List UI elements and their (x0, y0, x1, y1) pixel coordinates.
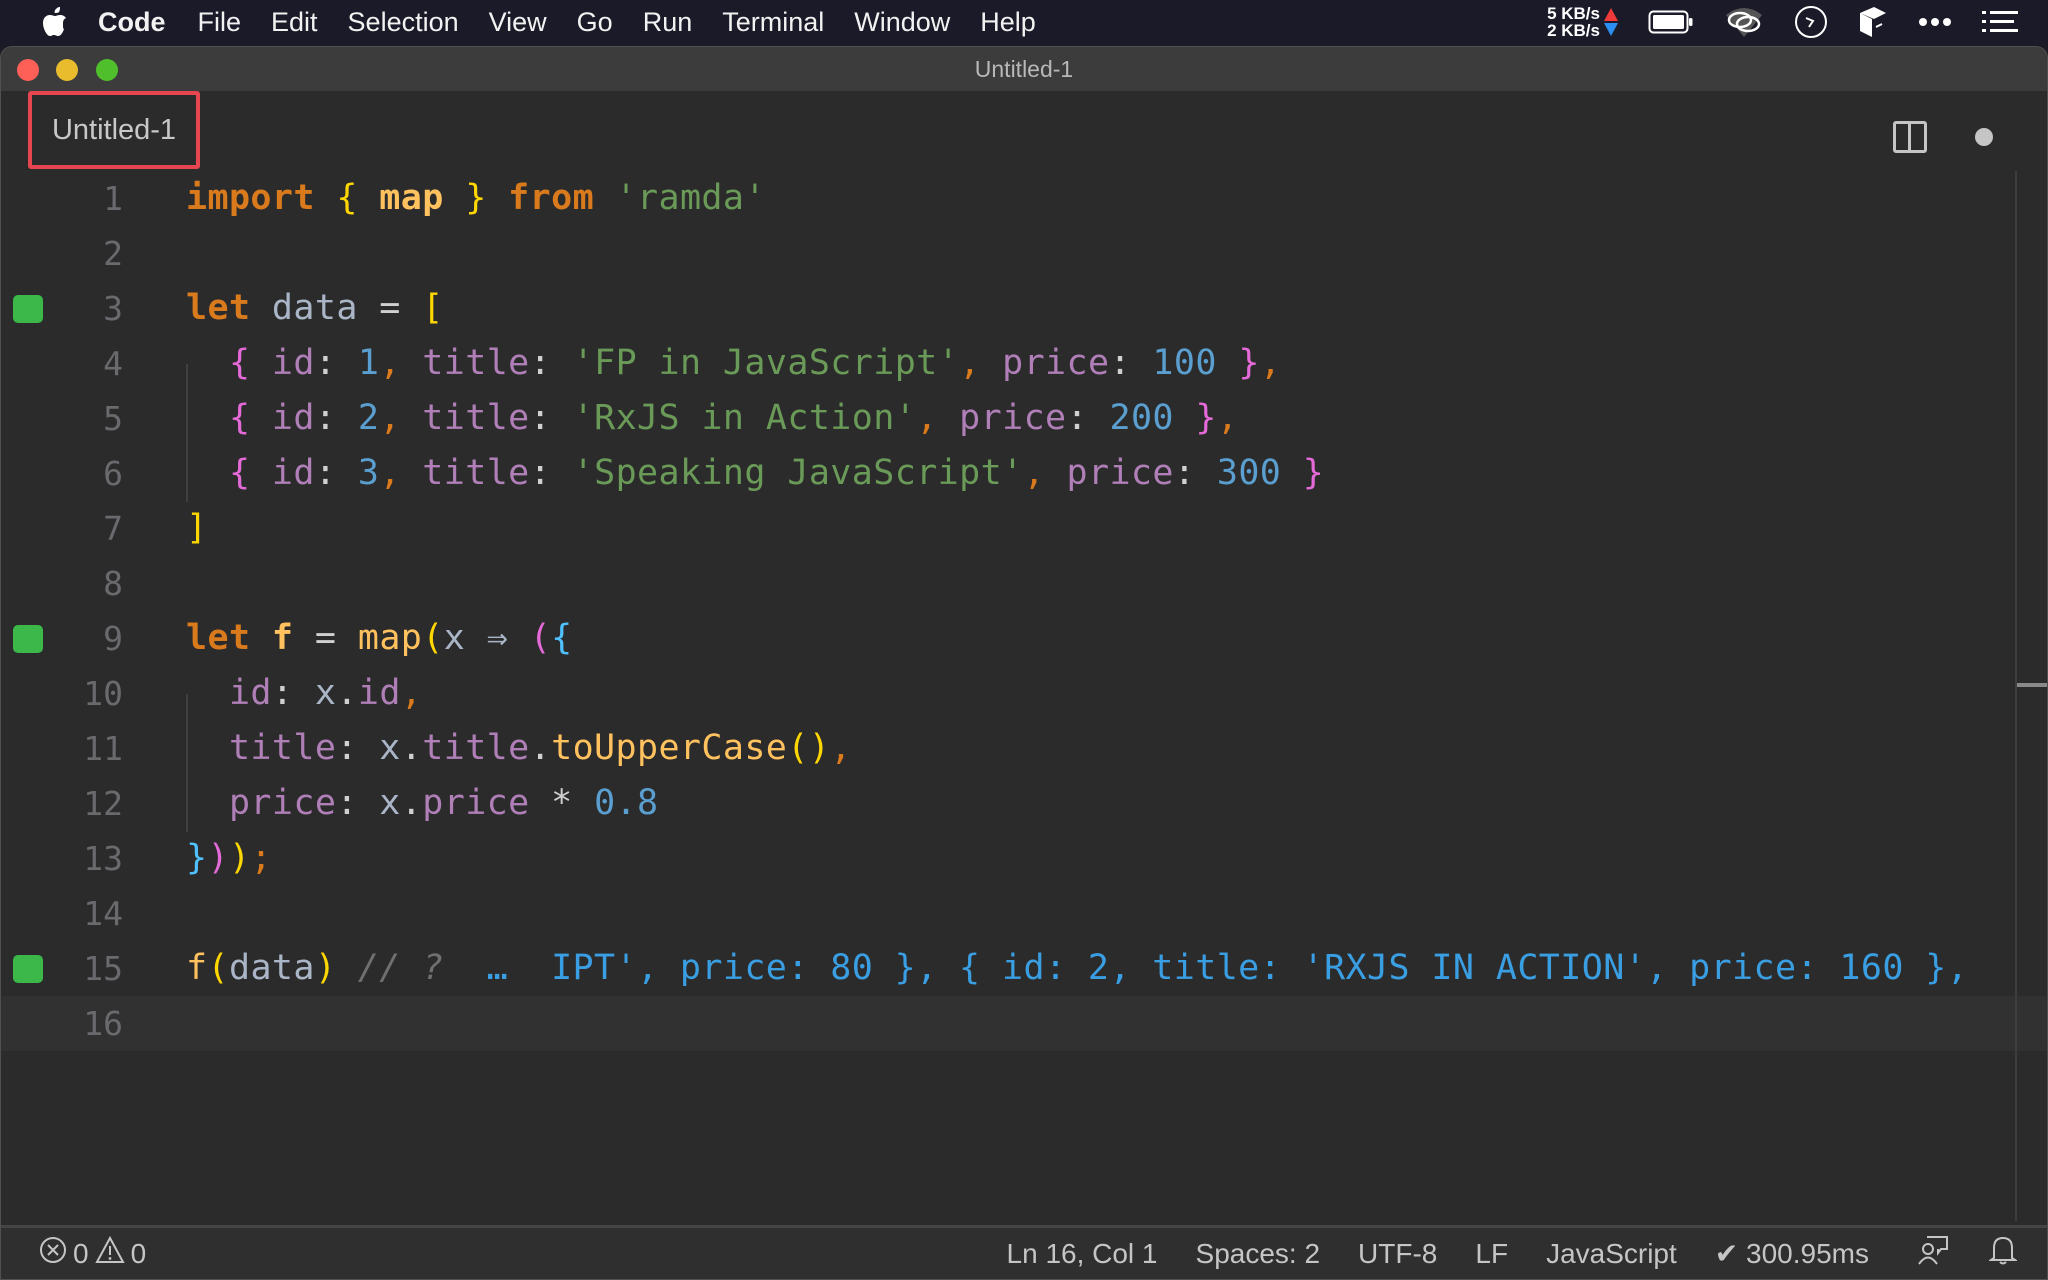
network-upload-speed: 5 KB/s (1547, 4, 1600, 23)
line-number: 4 (103, 344, 123, 383)
line-content: })); (186, 838, 272, 878)
inline-evaluation-result: … IPT', price: 80 }, { id: 2, title: 'RX… (486, 948, 1969, 988)
tab-bar: Untitled-1 (1, 91, 2047, 171)
vscode-window: Untitled-1 Untitled-1 1 import { map } f… (0, 46, 2048, 1280)
line-number: 3 (103, 289, 123, 328)
error-icon (39, 1236, 67, 1271)
menu-go[interactable]: Go (577, 7, 613, 38)
cursor-position[interactable]: Ln 16, Col 1 (1007, 1238, 1158, 1270)
line-number: 7 (103, 509, 123, 548)
battery-icon[interactable] (1648, 9, 1694, 35)
warning-count: 0 (130, 1237, 147, 1269)
network-speed[interactable]: 5 KB/s 2 KB/s (1547, 5, 1600, 39)
warning-icon (94, 1235, 125, 1271)
gutter-modified-marker[interactable] (13, 955, 43, 983)
code-line-15[interactable]: 15 f(data) // ? … IPT', price: 80 }, { i… (1, 941, 2047, 996)
line-content: let f = map(x ⇒ ({ (186, 618, 573, 658)
line-number: 11 (83, 729, 123, 768)
error-count: 0 (73, 1237, 89, 1269)
indentation[interactable]: Spaces: 2 (1196, 1238, 1321, 1270)
line-number: 10 (83, 674, 123, 713)
problems-indicator[interactable]: 0 0 (39, 1235, 147, 1271)
line-number: 16 (83, 1004, 123, 1043)
menu-run[interactable]: Run (643, 7, 693, 38)
code-line-5[interactable]: 5 { id: 2, title: 'RxJS in Action', pric… (1, 391, 2047, 446)
overview-ruler-cursor (2017, 683, 2047, 687)
line-number: 15 (83, 949, 123, 988)
gutter-modified-marker[interactable] (13, 625, 43, 653)
line-content: { id: 2, title: 'RxJS in Action', price:… (228, 398, 1239, 438)
macos-menu-bar: Code File Edit Selection View Go Run Ter… (0, 0, 2048, 44)
gutter-modified-marker[interactable] (13, 295, 43, 323)
line-content: let data = [ (186, 288, 444, 328)
code-line-4[interactable]: 4 { id: 1, title: 'FP in JavaScript', pr… (1, 336, 2047, 391)
tab-label: Untitled-1 (51, 113, 177, 146)
clock-icon[interactable] (1794, 5, 1828, 39)
menu-terminal[interactable]: Terminal (722, 7, 824, 38)
menu-window[interactable]: Window (854, 7, 950, 38)
network-download-speed: 2 KB/s (1547, 21, 1600, 40)
line-content: title: x.title.toUpperCase(), (228, 728, 852, 768)
line-content: f(data) // ? … IPT', price: 80 }, { id: … (186, 948, 1969, 988)
language-mode[interactable]: JavaScript (1546, 1238, 1677, 1270)
title-bar[interactable]: Untitled-1 (1, 47, 2047, 91)
quokka-timing[interactable]: ✔ 300.95ms (1715, 1237, 1869, 1270)
line-number: 5 (103, 399, 123, 438)
code-line-7[interactable]: 7 ] (1, 501, 2047, 556)
menu-edit[interactable]: Edit (271, 7, 318, 38)
line-number: 2 (103, 234, 123, 273)
network-arrows-icon (1604, 8, 1618, 36)
notifications-bell-icon[interactable] (1987, 1235, 2019, 1272)
wifi-link-icon[interactable] (1724, 5, 1764, 39)
menu-app-code[interactable]: Code (98, 7, 166, 38)
menu-help[interactable]: Help (980, 7, 1036, 38)
line-number: 1 (103, 179, 123, 218)
line-number: 13 (83, 839, 123, 878)
encoding[interactable]: UTF-8 (1358, 1238, 1437, 1270)
menu-view[interactable]: View (489, 7, 547, 38)
window-title: Untitled-1 (974, 56, 1074, 82)
status-tray: 5 KB/s 2 KB/s (1547, 0, 2048, 44)
menu-selection[interactable]: Selection (348, 7, 459, 38)
code-line-14[interactable]: 14 (1, 886, 2047, 941)
code-line-1[interactable]: 1 import { map } from 'ramda' (1, 171, 2047, 226)
tab-untitled-1[interactable]: Untitled-1 (28, 91, 200, 169)
code-line-2[interactable]: 2 (1, 226, 2047, 281)
code-line-6[interactable]: 6 { id: 3, title: 'Speaking JavaScript',… (1, 446, 2047, 501)
line-content: id: x.id, (228, 673, 423, 713)
code-line-8[interactable]: 8 (1, 556, 2047, 611)
cube-app-icon[interactable] (1858, 5, 1888, 39)
control-center-list-icon[interactable] (1982, 11, 2018, 33)
code-line-13[interactable]: 13 })); (1, 831, 2047, 886)
line-number: 9 (103, 619, 123, 658)
code-line-11[interactable]: 11 title: x.title.toUpperCase(), (1, 721, 2047, 776)
line-number: 8 (103, 564, 123, 603)
line-content: import { map } from 'ramda' (186, 178, 766, 218)
code-line-3[interactable]: 3 let data = [ (1, 281, 2047, 336)
line-content: ] (186, 508, 208, 548)
menu-file[interactable]: File (198, 7, 242, 38)
code-line-12[interactable]: 12 price: x.price * 0.8 (1, 776, 2047, 831)
end-of-line[interactable]: LF (1475, 1238, 1508, 1270)
line-content: { id: 3, title: 'Speaking JavaScript', p… (228, 453, 1325, 493)
split-editor-icon[interactable] (1893, 121, 1927, 153)
line-content: { id: 1, title: 'FP in JavaScript', pric… (228, 343, 1282, 383)
code-line-16-current[interactable]: 16 (1, 996, 2047, 1051)
apple-menu-icon[interactable] (40, 7, 70, 37)
feedback-icon[interactable] (1917, 1235, 1949, 1272)
unsaved-changes-dot-icon[interactable] (1975, 128, 1993, 146)
line-content: price: x.price * 0.8 (228, 783, 659, 823)
code-line-9[interactable]: 9 let f = map(x ⇒ ({ (1, 611, 2047, 666)
code-line-10[interactable]: 10 id: x.id, (1, 666, 2047, 721)
more-icon[interactable] (1918, 17, 1952, 27)
line-number: 14 (83, 894, 123, 933)
status-bar: 0 0 Ln 16, Col 1 Spaces: 2 UTF-8 LF Java… (1, 1225, 2047, 1279)
overview-ruler[interactable] (2015, 171, 2017, 1221)
line-number: 12 (83, 784, 123, 823)
code-editor[interactable]: 1 import { map } from 'ramda' 2 3 let da… (1, 171, 2047, 1221)
line-number: 6 (103, 454, 123, 493)
